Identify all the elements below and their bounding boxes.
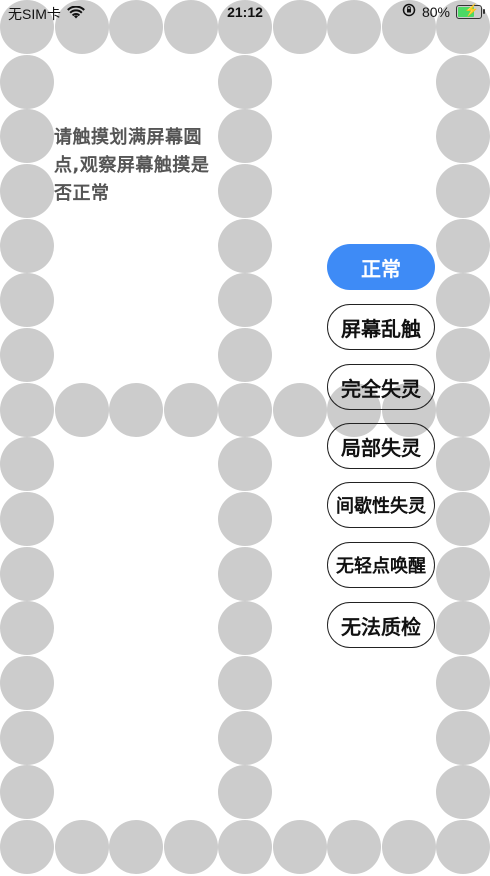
complete-failure-button[interactable]: 完全失灵: [327, 364, 435, 410]
touch-dot[interactable]: [163, 820, 218, 874]
touch-dot[interactable]: [54, 820, 109, 874]
no-tap-to-wake-button[interactable]: 无轻点唤醒: [327, 542, 435, 588]
touch-dot[interactable]: [436, 382, 490, 437]
touch-dot[interactable]: [218, 656, 272, 710]
touch-dot[interactable]: [436, 54, 490, 109]
touch-dot[interactable]: [218, 765, 272, 820]
touch-dot[interactable]: [436, 765, 490, 820]
touch-dot[interactable]: [218, 164, 272, 218]
touch-dot[interactable]: [0, 710, 54, 765]
touch-dot[interactable]: [436, 328, 490, 382]
status-bar: 无SIM卡 21:12 80% ⚡: [0, 0, 490, 26]
touch-dot[interactable]: [218, 54, 272, 109]
touch-dot[interactable]: [54, 382, 109, 437]
touch-dot[interactable]: [218, 437, 272, 492]
touch-dot[interactable]: [0, 273, 54, 328]
touch-dot[interactable]: [0, 218, 54, 273]
touch-dot[interactable]: [436, 164, 490, 218]
touch-dot[interactable]: [218, 492, 272, 546]
touch-dot[interactable]: [0, 164, 54, 218]
touch-dot[interactable]: [163, 382, 218, 437]
touch-dot[interactable]: [436, 601, 490, 656]
touch-dot[interactable]: [436, 273, 490, 328]
orientation-lock-icon: [402, 3, 416, 20]
touch-dot[interactable]: [0, 382, 54, 437]
normal-button[interactable]: 正常: [327, 244, 435, 290]
touch-dot[interactable]: [272, 820, 327, 874]
touch-dot[interactable]: [218, 820, 272, 874]
touch-dot[interactable]: [436, 710, 490, 765]
partial-failure-button[interactable]: 局部失灵: [327, 423, 435, 469]
touch-dot[interactable]: [436, 218, 490, 273]
touch-dot[interactable]: [0, 437, 54, 492]
intermittent-failure-button[interactable]: 间歇性失灵: [327, 482, 435, 528]
touch-dot[interactable]: [0, 492, 54, 546]
touch-dot[interactable]: [0, 656, 54, 710]
touch-dot[interactable]: [218, 601, 272, 656]
instruction-text: 请触摸划满屏幕圆点,观察屏幕触摸是否正常: [54, 127, 210, 204]
touch-dot[interactable]: [272, 382, 327, 437]
touch-dot[interactable]: [218, 382, 272, 437]
touch-dot[interactable]: [218, 710, 272, 765]
touch-dot[interactable]: [109, 382, 163, 437]
touch-dot[interactable]: [327, 820, 381, 874]
touch-dot[interactable]: [436, 546, 490, 601]
touch-dot[interactable]: [218, 328, 272, 382]
touch-dot[interactable]: [0, 601, 54, 656]
cannot-inspect-button[interactable]: 无法质检: [327, 602, 435, 648]
touch-dot[interactable]: [0, 54, 54, 109]
screen-ghost-touch-button[interactable]: 屏幕乱触: [327, 304, 435, 350]
touch-dot[interactable]: [0, 765, 54, 820]
touch-dot[interactable]: [109, 820, 163, 874]
touch-dot[interactable]: [381, 820, 436, 874]
touch-dot[interactable]: [0, 328, 54, 382]
touch-dot[interactable]: [0, 820, 54, 874]
touch-dot[interactable]: [218, 546, 272, 601]
touch-dot[interactable]: [0, 546, 54, 601]
touch-dot[interactable]: [436, 820, 490, 874]
battery-charging-icon: ⚡: [456, 3, 485, 19]
touch-dot[interactable]: [0, 109, 54, 164]
touch-dot[interactable]: [218, 218, 272, 273]
battery-percent: 80%: [421, 3, 450, 20]
touch-dot[interactable]: [436, 656, 490, 710]
touch-dot[interactable]: [436, 492, 490, 546]
touch-dot[interactable]: [218, 109, 272, 164]
touch-dot[interactable]: [218, 273, 272, 328]
touch-dot[interactable]: [436, 109, 490, 164]
touch-dot[interactable]: [436, 437, 490, 492]
